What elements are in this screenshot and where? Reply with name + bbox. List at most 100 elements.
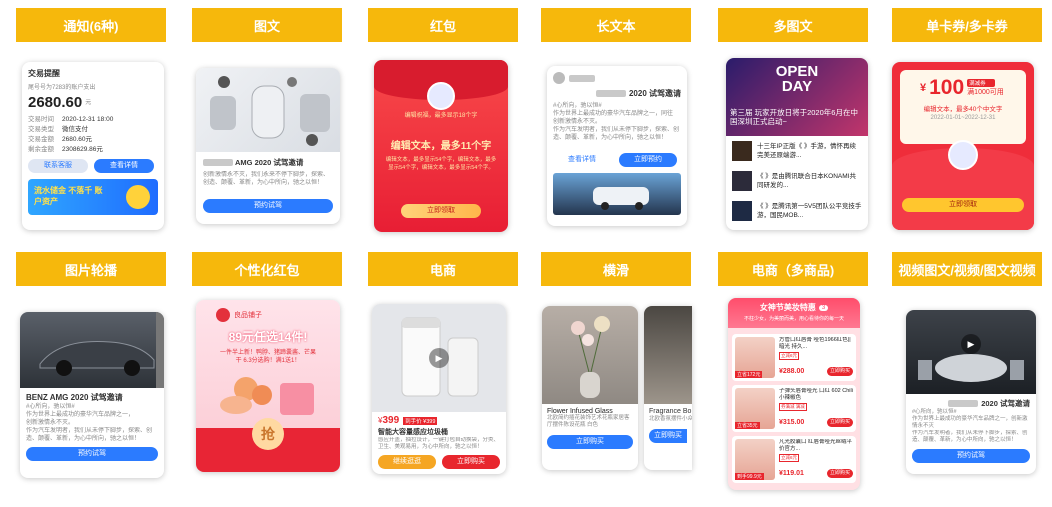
product-image[interactable]: ▶ <box>372 304 506 412</box>
product-buy-button[interactable]: 立即购买 <box>826 469 853 478</box>
car-illustration <box>39 340 155 376</box>
product-buy-button[interactable]: 立即购买 <box>826 367 853 376</box>
coupon-amount: 100 <box>929 76 965 99</box>
header-slide: 横滑 <box>541 252 691 286</box>
multi-thumb <box>732 141 752 161</box>
play-icon[interactable]: ▶ <box>429 348 449 368</box>
multiecom-product[interactable]: 到手99.9元 凡光胶囊口 红唇膏哑光丝绒平价官方... 立减6元 ¥119.01 立即… <box>732 436 856 483</box>
header-multi: 多图文 <box>718 8 868 42</box>
longtext-l4: 作为汽车发明者，我们从未停下脚步，探索、创造、颠覆、革新，为心中所向，驰之以恒！ <box>553 127 680 141</box>
vase-image <box>542 306 638 404</box>
openday-banner[interactable]: OPEN DAY 第三届 玩家开放日将于2020年6月在中国深圳正式启动~ <box>726 58 868 136</box>
hongbao-card: 编辑祝福，最多显示18个字 编辑文本，最多11个字 编辑文本，最多显示54个字，… <box>374 60 508 232</box>
video-play-icon[interactable]: ▶ <box>961 334 981 354</box>
product-coupon: 立省172元 <box>735 371 763 378</box>
multiecom-product[interactable]: 立省172元 方管口红唇膏 哑色1966红色||暗光 持久... 立减6元 ¥288.… <box>732 334 856 381</box>
coupon-card: ¥ 100 满减券 满1000可用 编辑文本，最多40个中文字 2022-01-0… <box>892 62 1034 230</box>
coupon-date: 2022-01-01~2022-12-31 <box>930 115 996 121</box>
view-details-button[interactable]: 查看详情 <box>94 159 154 173</box>
phb-big: 89元任选14件! <box>228 330 308 344</box>
slide-card-2[interactable]: Fragrance Bo 北欧香氛摆件小众设计感创意高级家居 立即购买 <box>644 306 692 470</box>
slide-buy-button-2[interactable]: 立即购买 <box>649 429 687 443</box>
notice-row-value: 2680.60元 <box>62 136 92 143</box>
notice-row: 交易金额 2680.60元 <box>28 135 158 145</box>
contact-service-button[interactable]: 联系客服 <box>28 159 88 173</box>
product-name: 凡光胶囊口 红唇膏哑光丝绒平价官方... <box>779 439 853 452</box>
tuwen-card: AMG 2020 试驾邀请 创新激情永不灭，我们永来不停下脚步，探索、创造、颠覆… <box>196 68 340 224</box>
product-buy-button[interactable]: 立即购买 <box>826 418 853 427</box>
lipstick-image: 立省172元 <box>735 337 775 378</box>
notice-row: 交易时间 2020-12-31 18:00 <box>28 115 158 125</box>
template-longtext[interactable]: 长文本 <box>541 8 691 42</box>
video-image[interactable]: ▶ <box>906 310 1036 394</box>
notice-card: 交易提醒 尾号号为7283的账户支出 2680.60 元 交易时间 2020-12-… <box>22 62 164 230</box>
coin-icon <box>126 185 150 209</box>
carousel-l3: 创新激情永不灭。 <box>26 420 75 426</box>
multiecom-sub: 不枉少女，为美丽而美，用心看待你的每一天 <box>743 316 844 322</box>
carousel-l2: 作为世界上最成功的豪华汽车品牌之一， <box>26 412 135 418</box>
ecom-buy-button[interactable]: 立即购买 <box>442 455 500 469</box>
multiecom-card: 女神节美妆特惠 3 不枉少女，为美丽而美，用心看待你的每一天 立省172元 方管口红… <box>728 298 860 490</box>
product-price: ¥288.00 <box>779 368 805 375</box>
tuwen-title: AMG 2020 试驾邀请 <box>235 158 304 167</box>
video-l3: 作为汽车发明者，我们从未停下脚步，探索、创造、颠覆、革新，为心中所向，驰之以恒！ <box>912 430 1028 443</box>
coupon-tag: 满减券 <box>967 79 996 87</box>
lipstick-image: 到手99.9元 <box>735 439 775 480</box>
longtext-details-button[interactable]: 查看详情 <box>553 153 611 167</box>
template-ecom[interactable]: 电商 <box>368 252 518 286</box>
header-carousel: 图片轮播 <box>16 252 166 286</box>
template-video[interactable]: 视频图文/视频/图文视频 <box>892 252 1042 286</box>
hongbao-avatar <box>427 82 455 110</box>
hongbao-sub: 编辑祝福，最多显示18个字 <box>404 113 478 119</box>
hongbao-body: 编辑文本，最多显示54个字，编辑文本，最多显示54个字，编辑文本，最多显示54个… <box>385 157 497 171</box>
slide-image-2 <box>644 306 692 404</box>
notice-banner-text: 流水储金 不落千 账户资产 <box>34 186 103 206</box>
multi-list-item[interactable]: 《 》是由腾讯联合日本KONAMI共同研发的... <box>726 166 868 196</box>
slide-buy-button[interactable]: 立即购买 <box>547 435 633 449</box>
carousel-image[interactable] <box>20 312 164 388</box>
multi-list-item[interactable]: 十三年IP正版《 》手游，情怀再续完美还原端游... <box>726 136 868 166</box>
header-phb: 个性化红包 <box>192 252 342 286</box>
notice-row-label: 交易时间 <box>28 116 54 123</box>
template-multiecom[interactable]: 电商（多商品) <box>718 252 868 286</box>
multiecom-product[interactable]: 立省35元 子弹头唇膏哑光 口红 602 Chili小辣椒色 券满减 满减 ¥315.… <box>732 385 856 432</box>
template-tuwen[interactable]: 图文 <box>192 8 342 42</box>
snacks-illustration <box>220 377 314 415</box>
phb-sub: 一件半上新！鸭脖、猪蹄囊酱、芒果干 6.3分选购！满1送1！ <box>220 350 317 364</box>
slide-name-2: Fragrance Bo <box>649 408 692 415</box>
template-carousel[interactable]: 图片轮播 <box>16 252 166 286</box>
longtext-reserve-button[interactable]: 立即预约 <box>619 153 677 167</box>
ecom-desc: 感应开盖，抽拉设计，一键打包自动换袋，分类、卫生、美观易用，为心中所向，驰之以恒… <box>378 437 500 450</box>
lipstick-image: 立省35元 <box>735 388 775 429</box>
notice-banner[interactable]: 流水储金 不落千 账户资产 <box>28 179 158 215</box>
template-coupon[interactable]: 单卡券/多卡券 <box>892 8 1042 42</box>
continue-shopping-button[interactable]: 继续逛逛 <box>378 455 436 469</box>
header-coupon: 单卡券/多卡券 <box>892 8 1042 42</box>
carousel-card: BENZ AMG 2020 试驾邀请 #心所向，驰以恒# 作为世界上最成功的豪华… <box>20 312 164 478</box>
notice-desc: 尾号号为7283的账户支出 <box>28 85 96 91</box>
template-hongbao[interactable]: 红包 <box>368 8 518 42</box>
coupon-claim-button[interactable]: 立即领取 <box>902 198 1024 212</box>
tuwen-reserve-button[interactable]: 预约试驾 <box>203 199 333 213</box>
multi-list-item[interactable]: 《 》是腾讯第一5V5团队公平竞技手游，国民MOB... <box>726 196 868 226</box>
template-phb[interactable]: 个性化红包 <box>192 252 342 286</box>
carousel-l4: 作为汽车发明者，我们从未停下脚步，探索、创造、颠覆、革新，为心中所向，驰之以恒！ <box>26 428 153 442</box>
notice-row-value: 微信支付 <box>62 126 88 133</box>
carousel-reserve-button[interactable]: 预约试驾 <box>26 447 158 461</box>
hongbao-claim-button[interactable]: 立即领取 <box>401 204 481 218</box>
slide-desc-2: 北欧香氛摆件小众设计感创意高级家居 <box>649 416 692 422</box>
multi-item-text: 《 》是腾讯第一5V5团队公平竞技手游，国民MOB... <box>757 203 862 219</box>
multi-thumb <box>732 201 752 221</box>
multi-card: OPEN DAY 第三届 玩家开放日将于2020年6月在中国深圳正式启动~ 十三… <box>726 58 868 230</box>
video-reserve-button[interactable]: 预约试驾 <box>912 449 1030 463</box>
slide-card-1[interactable]: Flower Infused Glass 北欧简约插花装饰艺术花瓶家居客厅摆件陈… <box>542 306 638 470</box>
template-multi[interactable]: 多图文 <box>718 8 868 42</box>
notice-row-label: 交易金额 <box>28 136 54 143</box>
template-slide[interactable]: 横滑 <box>541 252 691 286</box>
ecom-card: ▶ ¥399 到手价 ¥399 智能大容量感应垃圾桶 感应开盖，抽拉设计，一键打包… <box>372 304 506 474</box>
template-notice[interactable]: 通知(6种) <box>16 8 166 42</box>
tuwen-text: 创新激情永不灭，我们永来不停下脚步，探索、创造、颠覆、革新，为心中所向，驰之以恒… <box>203 172 330 186</box>
video-card: ▶ 2020 试驾邀请 #心所向，驰以恒# 作为世界上最成功的豪华汽车品牌之一，… <box>906 310 1036 474</box>
product-tag: 立减6元 <box>779 454 800 462</box>
grab-button[interactable]: 抢 <box>252 418 284 450</box>
